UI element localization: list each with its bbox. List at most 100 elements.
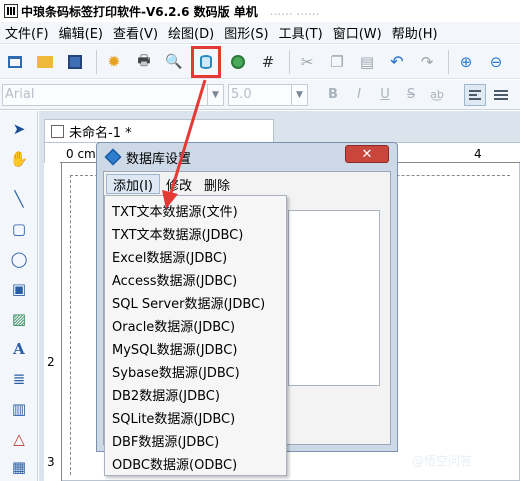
menu-item-txt-jdbc[interactable]: TXT文本数据源(JDBC): [105, 222, 286, 245]
menu-tools[interactable]: 工具(T): [274, 23, 328, 42]
barcode-tool-button[interactable]: ▥: [9, 399, 29, 419]
menu-shape[interactable]: 图形(S): [219, 23, 273, 42]
dialog-menu-delete[interactable]: 删除: [198, 174, 236, 194]
menu-window[interactable]: 窗口(W): [328, 23, 387, 42]
menu-item-sybase[interactable]: Sybase数据源(JDBC): [105, 360, 286, 383]
text-tool-button[interactable]: A: [9, 339, 29, 359]
select-tool-button[interactable]: ➤: [9, 119, 29, 139]
dialog-menu-modify[interactable]: 修改: [160, 174, 198, 194]
paste-icon: ▤: [359, 52, 375, 71]
undo-icon: ↶: [390, 52, 404, 71]
dialog-close-button[interactable]: ✕: [345, 145, 389, 163]
chevron-down-icon: ▼: [291, 84, 307, 105]
add-datasource-menu: TXT文本数据源(文件) TXT文本数据源(JDBC) Excel数据源(JDB…: [104, 195, 287, 476]
toolbar-separator: [289, 49, 290, 74]
window-title-extra: ...... ......: [269, 4, 320, 18]
menu-item-access[interactable]: Access数据源(JDBC): [105, 268, 286, 291]
menu-item-db2[interactable]: DB2数据源(JDBC): [105, 383, 286, 406]
ellipse-tool-button[interactable]: ◯: [9, 249, 29, 269]
bold-button[interactable]: B: [322, 84, 344, 106]
font-name-select[interactable]: Arial ▼: [2, 83, 224, 106]
rectangle-tool-button[interactable]: ▢: [9, 219, 29, 239]
menu-item-sqlserver[interactable]: SQL Server数据源(JDBC): [105, 291, 286, 314]
menu-item-txt-file[interactable]: TXT文本数据源(文件): [105, 199, 286, 222]
picture-tool-button[interactable]: ▨: [9, 309, 29, 329]
document-icon: [51, 125, 64, 138]
italic-button[interactable]: I: [348, 84, 370, 106]
menu-item-sqlite[interactable]: SQLite数据源(JDBC): [105, 406, 286, 429]
shape-tool-button[interactable]: △: [9, 429, 29, 449]
save-button[interactable]: [62, 49, 88, 75]
database-globe-icon: [231, 54, 245, 69]
align-center-button[interactable]: [490, 84, 512, 106]
menu-item-oracle[interactable]: Oracle数据源(JDBC): [105, 314, 286, 337]
dialog-title: 数据库设置: [126, 151, 192, 167]
format-toolbar: Arial ▼ 5.0 ▼ B I U S a͜b: [0, 80, 520, 110]
undo-button[interactable]: ↶: [384, 49, 410, 75]
menu-edit[interactable]: 编辑(E): [54, 23, 108, 42]
new-document-button[interactable]: [2, 49, 28, 75]
menu-draw[interactable]: 绘图(D): [163, 23, 219, 42]
picture-icon: ▨: [11, 310, 27, 328]
image-tool-button[interactable]: ▣: [9, 279, 29, 299]
open-button[interactable]: [32, 49, 58, 75]
redo-button[interactable]: ↷: [414, 49, 440, 75]
font-size-select[interactable]: 5.0 ▼: [228, 83, 308, 106]
menu-item-mysql[interactable]: MySQL数据源(JDBC): [105, 337, 286, 360]
dialog-menu-add[interactable]: 添加(I): [106, 174, 160, 194]
cut-button[interactable]: ✂: [294, 49, 320, 75]
menu-item-excel[interactable]: Excel数据源(JDBC): [105, 245, 286, 268]
paste-button[interactable]: ▤: [354, 49, 380, 75]
ellipse-icon: ◯: [10, 250, 28, 268]
pan-tool-button[interactable]: ✋: [9, 149, 29, 169]
toolbar-separator: [448, 49, 449, 74]
menu-file[interactable]: 文件(F): [0, 23, 54, 42]
qrcode-tool-button[interactable]: ▦: [9, 457, 29, 477]
menu-item-dbf[interactable]: DBF数据源(JDBC): [105, 429, 286, 452]
print-button[interactable]: 🖶: [131, 49, 157, 75]
left-tool-panel: ➤ ✋ ╲ ▢ ◯ ▣ ▨ A ≣ ▥ △ ▦: [0, 111, 38, 481]
zoom-in-button[interactable]: ⊕: [453, 49, 479, 75]
zoom-in-icon: ⊕: [459, 52, 473, 71]
strikethrough-button[interactable]: S: [400, 84, 422, 106]
document-tab-title: 未命名-1 *: [69, 126, 132, 141]
rich-text-icon: ≣: [12, 370, 26, 388]
document-tab[interactable]: 未命名-1 *: [44, 119, 274, 143]
triangle-icon: △: [13, 430, 25, 448]
menu-item-odbc[interactable]: ODBC数据源(ODBC): [105, 452, 286, 475]
print-preview-icon: 🔍: [165, 53, 183, 70]
datasource-list[interactable]: [288, 210, 380, 386]
database-icon: [200, 54, 212, 69]
app-barcode-icon: [4, 4, 18, 18]
menu-view[interactable]: 查看(V): [108, 23, 163, 42]
grid-button[interactable]: #: [255, 49, 281, 75]
text-a-icon: A: [13, 340, 25, 358]
underline-label: U: [380, 87, 390, 102]
window-title: 中琅条码标签打印软件-V6.2.6 数码版 单机: [21, 4, 258, 19]
title-bar: 中琅条码标签打印软件-V6.2.6 数码版 单机 ...... ......: [0, 0, 520, 22]
zoom-out-icon: ⊖: [489, 52, 503, 71]
zoom-out-button[interactable]: ⊖: [483, 49, 509, 75]
underline-button[interactable]: U: [374, 84, 396, 106]
toolbar-separator: [96, 49, 97, 74]
image-frame-icon: ▣: [11, 280, 27, 298]
align-left-button[interactable]: [464, 83, 486, 106]
print-preview-button[interactable]: 🔍: [161, 49, 187, 75]
new-document-icon: [8, 55, 22, 68]
save-icon: [68, 54, 82, 69]
database-settings-button[interactable]: [191, 45, 221, 78]
strikethrough-label: S: [406, 87, 416, 102]
italic-label: I: [357, 87, 361, 102]
close-icon: ✕: [361, 146, 373, 162]
menu-help[interactable]: 帮助(H): [387, 23, 443, 42]
dialog-menu-bar: 添加(I) 修改 删除: [104, 172, 390, 196]
line-tool-button[interactable]: ╲: [9, 189, 29, 209]
dialog-app-icon: [104, 148, 122, 166]
database-connect-button[interactable]: [225, 49, 251, 75]
rich-text-tool-button[interactable]: ≣: [9, 369, 29, 389]
char-spacing-button[interactable]: a͜b: [426, 84, 448, 106]
grid-icon: #: [261, 52, 275, 71]
qrcode-icon: ▦: [11, 458, 27, 476]
copy-button[interactable]: ❐: [324, 49, 350, 75]
settings-button[interactable]: ✹: [101, 49, 127, 75]
